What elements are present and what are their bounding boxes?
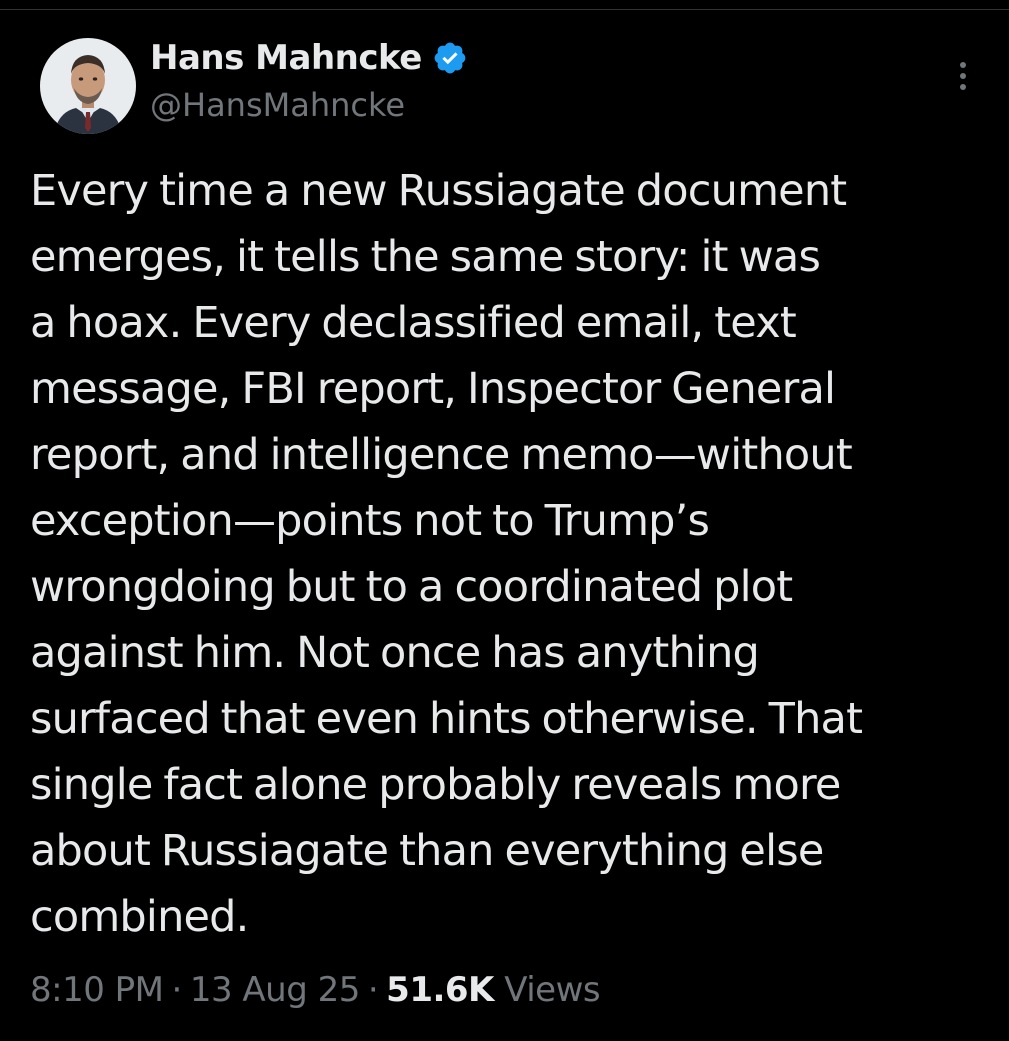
more-options-button[interactable] — [946, 56, 980, 96]
tweet-text-line: about Russiagate than everything else — [30, 826, 824, 876]
author-name-row: Hans Mahncke — [150, 34, 468, 82]
tweet-text-line: a hoax. Every declassified email, text — [30, 298, 797, 348]
tweet-text-line: wrongdoing but to a coordinated plot — [30, 562, 793, 612]
views-label: Views — [504, 970, 601, 1010]
author-display-name[interactable]: Hans Mahncke — [150, 38, 422, 78]
meta-separator: · — [367, 970, 379, 1010]
tweet-text-line: against him. Not once has anything — [30, 628, 760, 678]
avatar[interactable] — [40, 38, 136, 134]
tweet-text-line: exception—points not to Trump’s — [30, 496, 710, 546]
tweet-time[interactable]: 8:10 PM — [30, 970, 164, 1010]
author-handle[interactable]: @HansMahncke — [150, 86, 405, 124]
tweet-text-line: message, FBI report, Inspector General — [30, 364, 836, 414]
more-vertical-icon — [960, 62, 966, 90]
tweet-text: Every time a new Russiagate document eme… — [30, 158, 990, 950]
tweet-text-line: single fact alone probably reveals more — [30, 760, 841, 810]
tweet-text-line: report, and intelligence memo—without — [30, 430, 853, 480]
tweet-text-line: surfaced that even hints otherwise. That — [30, 694, 863, 744]
tweet-meta: 8:10 PM · 13 Aug 25 · 51.6K Views — [30, 970, 601, 1010]
tweet-date[interactable]: 13 Aug 25 — [190, 970, 361, 1010]
tweet-text-line: Every time a new Russiagate document — [30, 166, 847, 216]
tweet-text-line: emerges, it tells the same story: it was — [30, 232, 821, 282]
avatar-image — [40, 38, 136, 134]
verified-badge-icon[interactable] — [432, 40, 468, 76]
meta-separator: · — [171, 970, 183, 1010]
tweet: Hans Mahncke @HansMahncke Every time a n… — [0, 0, 1009, 1041]
tweet-text-line: combined. — [30, 892, 249, 942]
views-count[interactable]: 51.6K — [386, 970, 494, 1010]
